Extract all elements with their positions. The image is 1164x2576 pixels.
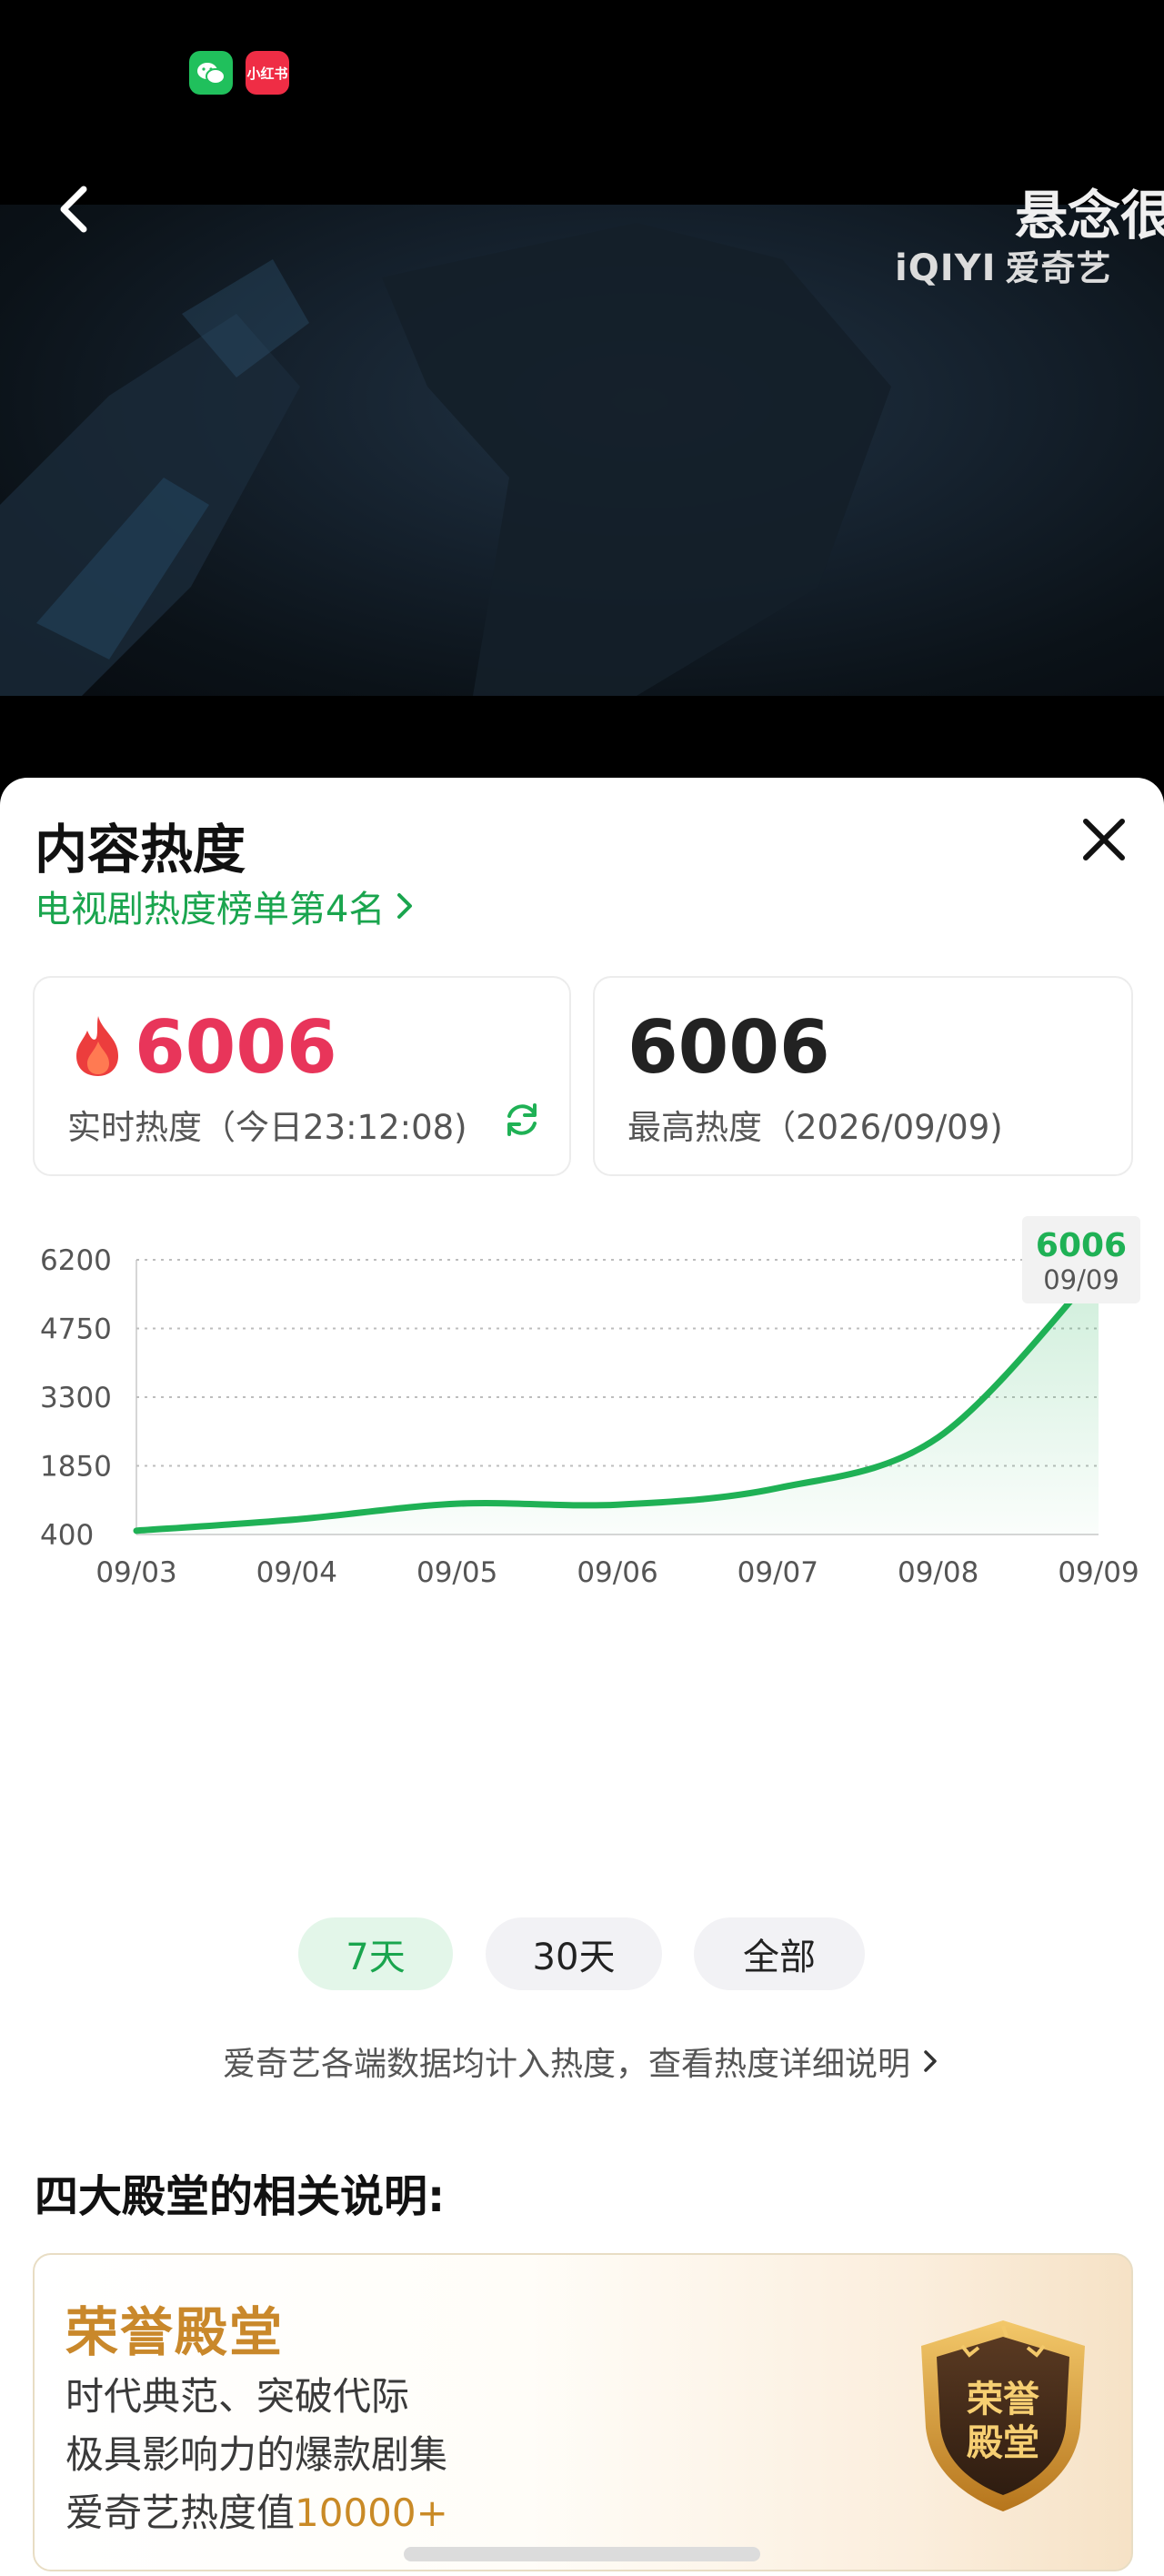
watermark-cn: 爱奇艺 bbox=[1005, 248, 1112, 288]
fire-icon bbox=[76, 1016, 118, 1076]
close-icon[interactable] bbox=[1077, 812, 1131, 867]
hall-title: 荣誉殿堂 bbox=[65, 2301, 285, 2363]
tab-all[interactable]: 全部 bbox=[694, 1917, 865, 1990]
wechat-icon bbox=[189, 51, 233, 95]
y-tick-label: 6200 bbox=[40, 1244, 112, 1277]
heat-explanation-link[interactable]: 爱奇艺各端数据均计入热度，查看热度详细说明 bbox=[0, 2038, 1164, 2085]
iqiyi-watermark: iQIYI 爱奇艺 bbox=[895, 240, 1111, 290]
tooltip-label: 09/09 bbox=[1043, 1264, 1119, 1295]
refresh-icon[interactable] bbox=[502, 1100, 542, 1140]
hall-line-3-prefix: 爱奇艺热度值 bbox=[65, 2490, 296, 2535]
badge-line-2: 殿堂 bbox=[967, 2422, 1039, 2464]
hall-line-3: 爱奇艺热度值10000+ bbox=[65, 2482, 448, 2538]
x-tick-label: 09/08 bbox=[898, 1556, 978, 1589]
chevron-right-icon bbox=[397, 893, 413, 919]
realtime-heat-card: 6006 实时热度（今日23:12:08) bbox=[33, 976, 571, 1176]
x-tick-label: 09/09 bbox=[1058, 1556, 1139, 1589]
halls-heading: 四大殿堂的相关说明: bbox=[35, 2171, 446, 2222]
y-tick-label: 1850 bbox=[40, 1451, 112, 1484]
x-tick-label: 09/04 bbox=[256, 1556, 337, 1589]
home-indicator[interactable] bbox=[404, 2547, 760, 2561]
heat-sheet: 内容热度 电视剧热度榜单第4名 6006 实时热度（今日23:12:08) 60… bbox=[0, 778, 1164, 2576]
tab-30-days[interactable]: 30天 bbox=[486, 1917, 662, 1990]
watermark-en: iQIYI bbox=[895, 247, 997, 289]
rank-link-label: 电视剧热度榜单第4名 bbox=[35, 889, 386, 931]
video-title: 悬念很 bbox=[1015, 185, 1164, 247]
y-tick-label: 400 bbox=[40, 1519, 94, 1552]
chevron-right-icon bbox=[924, 2050, 937, 2072]
peak-heat-card: 6006 最高热度（2026/09/09) bbox=[593, 976, 1133, 1176]
sheet-title: 内容热度 bbox=[35, 819, 246, 880]
range-tabs: 7天 30天 全部 bbox=[0, 1917, 1164, 1990]
xiaohongshu-icon: 小红书 bbox=[246, 51, 289, 95]
video-player[interactable]: 悬念很 iQIYI 爱奇艺 bbox=[0, 146, 1164, 782]
x-tick-label: 09/06 bbox=[577, 1556, 657, 1589]
realtime-heat-value: 6006 bbox=[135, 1005, 337, 1090]
honor-hall-badge-icon: 荣誉 殿堂 bbox=[921, 2320, 1085, 2511]
x-tick-label: 09/05 bbox=[416, 1556, 497, 1589]
tab-7-days[interactable]: 7天 bbox=[298, 1917, 453, 1990]
badge-line-1: 荣誉 bbox=[967, 2379, 1040, 2420]
area-fill bbox=[136, 1269, 1099, 1535]
x-tick-label: 09/07 bbox=[738, 1556, 818, 1589]
y-tick-label: 4750 bbox=[40, 1313, 112, 1346]
hall-line-2: 极具影响力的爆款剧集 bbox=[65, 2432, 448, 2477]
x-tick-label: 09/03 bbox=[95, 1556, 176, 1589]
tooltip-value: 6006 bbox=[1036, 1227, 1127, 1264]
hall-line-1: 时代典范、突破代际 bbox=[65, 2374, 410, 2419]
heat-explanation-text: 爱奇艺各端数据均计入热度，查看热度详细说明 bbox=[222, 2046, 910, 2083]
status-bar: 小红书 bbox=[0, 0, 1164, 146]
peak-heat-value: 6006 bbox=[627, 1005, 830, 1090]
realtime-heat-label: 实时热度（今日23:12:08) bbox=[67, 1108, 467, 1147]
heat-trend-chart[interactable]: 400 1850 3300 4750 6200 09/03 09/04 09/05 09/06 0… bbox=[0, 1205, 1164, 1733]
y-tick-label: 3300 bbox=[40, 1382, 112, 1414]
peak-heat-label: 最高热度（2026/09/09) bbox=[627, 1108, 1003, 1147]
hall-line-3-value: 10000+ bbox=[295, 2490, 448, 2535]
back-arrow-icon[interactable] bbox=[47, 182, 102, 236]
rank-link[interactable]: 电视剧热度榜单第4名 bbox=[35, 880, 417, 932]
honor-hall-card[interactable]: 荣誉殿堂 时代典范、突破代际 极具影响力的爆款剧集 爱奇艺热度值10000+ 荣… bbox=[33, 2253, 1133, 2571]
